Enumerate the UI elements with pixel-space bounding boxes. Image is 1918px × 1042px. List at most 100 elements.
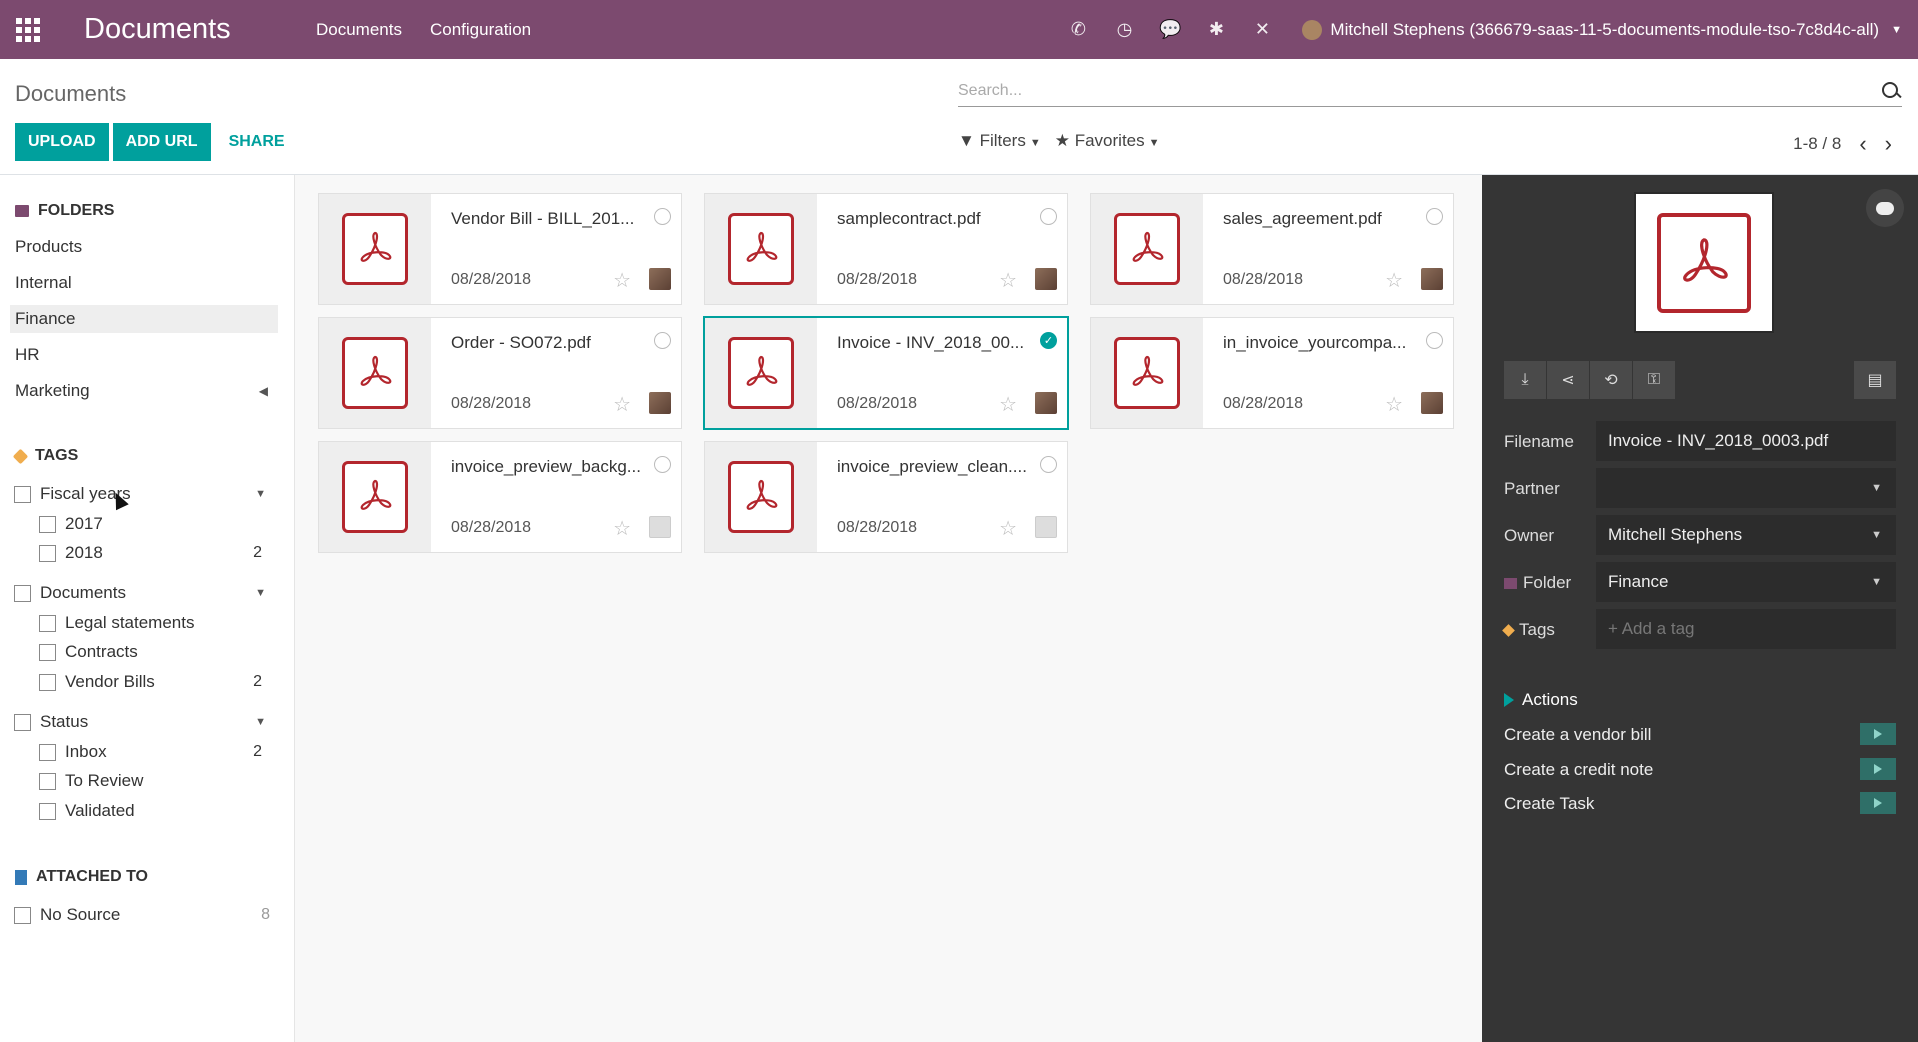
- checkbox[interactable]: [39, 544, 56, 562]
- checkbox[interactable]: [39, 802, 56, 820]
- document-preview[interactable]: [1634, 192, 1774, 333]
- filename-field[interactable]: Invoice - INV_2018_0003.pdf: [1596, 421, 1896, 461]
- favorites-dropdown[interactable]: ★ Favorites ▼: [1055, 131, 1160, 151]
- checkbox[interactable]: [39, 772, 56, 790]
- document-thumbnail[interactable]: [1091, 194, 1203, 304]
- partner-field[interactable]: ▼: [1596, 468, 1896, 508]
- folder-item-marketing[interactable]: Marketing ◀: [10, 377, 278, 405]
- menu-configuration[interactable]: Configuration: [430, 20, 531, 40]
- document-card[interactable]: Vendor Bill - BILL_201... 08/28/2018 ☆: [318, 193, 682, 305]
- star-icon[interactable]: ☆: [999, 516, 1017, 541]
- checkbox[interactable]: [39, 743, 56, 761]
- checkbox[interactable]: [14, 906, 31, 924]
- user-menu[interactable]: Mitchell Stephens (366679-saas-11-5-docu…: [1302, 19, 1902, 40]
- select-circle[interactable]: [654, 208, 671, 225]
- upload-button[interactable]: UPLOAD: [15, 123, 109, 161]
- document-card[interactable]: invoice_preview_clean.... 08/28/2018 ☆: [704, 441, 1068, 553]
- actions-header[interactable]: Actions: [1504, 690, 1578, 710]
- star-icon[interactable]: ☆: [1385, 268, 1403, 293]
- chevron-down-icon[interactable]: ▼: [255, 716, 266, 728]
- owner-field[interactable]: Mitchell Stephens ▼: [1596, 515, 1896, 555]
- tag-item-2018[interactable]: 2018 2: [39, 543, 284, 563]
- checkbox[interactable]: [39, 515, 56, 533]
- pager-value[interactable]: 1-8 / 8: [1793, 134, 1841, 154]
- tag-group-status[interactable]: Status ▼: [14, 712, 284, 732]
- folder-item-hr[interactable]: HR: [10, 341, 278, 369]
- checkbox[interactable]: [14, 713, 31, 731]
- folder-field[interactable]: Finance ▼: [1596, 562, 1896, 602]
- lock-icon[interactable]: ⚿: [1633, 361, 1675, 399]
- apps-menu-button[interactable]: [0, 0, 56, 59]
- archive-icon[interactable]: ▤: [1854, 361, 1896, 399]
- document-card[interactable]: sales_agreement.pdf 08/28/2018 ☆: [1090, 193, 1454, 305]
- download-icon[interactable]: ⤓: [1504, 361, 1546, 399]
- star-icon[interactable]: ☆: [1385, 392, 1403, 417]
- attached-no-source[interactable]: No Source 8: [14, 905, 284, 925]
- select-circle[interactable]: [1426, 332, 1443, 349]
- checkbox[interactable]: [39, 673, 56, 691]
- tools-icon[interactable]: ✕: [1250, 19, 1274, 40]
- play-icon[interactable]: [1860, 723, 1896, 745]
- play-icon[interactable]: [1860, 792, 1896, 814]
- folder-item-products[interactable]: Products: [10, 233, 278, 261]
- folder-item-finance[interactable]: Finance: [10, 305, 278, 333]
- document-thumbnail[interactable]: [319, 318, 431, 428]
- document-thumbnail[interactable]: [705, 442, 817, 552]
- tag-group-documents[interactable]: Documents ▼: [14, 583, 284, 603]
- document-card[interactable]: in_invoice_yourcompa... 08/28/2018 ☆: [1090, 317, 1454, 429]
- tag-group-fiscal-years[interactable]: Fiscal years ▼: [14, 484, 284, 504]
- document-thumbnail[interactable]: [1091, 318, 1203, 428]
- clock-icon[interactable]: ◷: [1112, 19, 1136, 40]
- document-thumbnail[interactable]: [319, 194, 431, 304]
- document-thumbnail[interactable]: [705, 318, 817, 428]
- share-button[interactable]: SHARE: [215, 123, 299, 161]
- checkbox[interactable]: [14, 584, 31, 602]
- tag-item-to-review[interactable]: To Review: [39, 771, 284, 791]
- check-icon[interactable]: ✓: [1040, 332, 1057, 349]
- document-card[interactable]: invoice_preview_backg... 08/28/2018 ☆: [318, 441, 682, 553]
- replace-icon[interactable]: ⟲: [1590, 361, 1632, 399]
- select-circle[interactable]: [1040, 208, 1057, 225]
- star-icon[interactable]: ☆: [613, 268, 631, 293]
- checkbox[interactable]: [39, 643, 56, 661]
- star-icon[interactable]: ☆: [613, 392, 631, 417]
- chevron-down-icon[interactable]: ▼: [255, 488, 266, 500]
- star-icon[interactable]: ☆: [999, 392, 1017, 417]
- chevron-right-icon[interactable]: ›: [1885, 131, 1892, 157]
- select-circle[interactable]: [654, 456, 671, 473]
- search-icon[interactable]: [1880, 80, 1902, 102]
- chatter-button[interactable]: [1866, 189, 1904, 227]
- document-card[interactable]: Order - SO072.pdf 08/28/2018 ☆: [318, 317, 682, 429]
- tag-item-legal-statements[interactable]: Legal statements: [39, 613, 284, 633]
- checkbox[interactable]: [39, 614, 56, 632]
- star-icon[interactable]: ☆: [613, 516, 631, 541]
- chevron-left-icon[interactable]: ‹: [1859, 131, 1866, 157]
- tag-item-vendor-bills[interactable]: Vendor Bills 2: [39, 672, 284, 692]
- tag-item-2017[interactable]: 2017: [39, 514, 284, 534]
- play-icon[interactable]: [1860, 758, 1896, 780]
- tag-item-inbox[interactable]: Inbox 2: [39, 742, 284, 762]
- document-thumbnail[interactable]: [319, 442, 431, 552]
- tag-item-contracts[interactable]: Contracts: [39, 642, 284, 662]
- filters-dropdown[interactable]: ▼ Filters ▼: [958, 131, 1041, 151]
- chat-icon[interactable]: 💬: [1158, 19, 1182, 40]
- tags-input[interactable]: + Add a tag: [1596, 609, 1896, 649]
- document-card[interactable]: samplecontract.pdf 08/28/2018 ☆: [704, 193, 1068, 305]
- folder-item-internal[interactable]: Internal: [10, 269, 278, 297]
- phone-icon[interactable]: ✆: [1066, 19, 1090, 40]
- select-circle[interactable]: [1040, 456, 1057, 473]
- share-icon[interactable]: ⋖: [1547, 361, 1589, 399]
- checkbox[interactable]: [14, 485, 31, 503]
- search-input[interactable]: [958, 81, 1880, 100]
- select-circle[interactable]: [654, 332, 671, 349]
- add-url-button[interactable]: ADD URL: [112, 123, 211, 161]
- chevron-left-icon[interactable]: ◀: [259, 384, 268, 398]
- document-thumbnail[interactable]: [705, 194, 817, 304]
- star-icon[interactable]: ☆: [999, 268, 1017, 293]
- menu-documents[interactable]: Documents: [316, 20, 402, 40]
- select-circle[interactable]: [1426, 208, 1443, 225]
- bug-icon[interactable]: ✱: [1204, 19, 1228, 40]
- document-card-selected[interactable]: Invoice - INV_2018_00... 08/28/2018 ✓ ☆: [703, 316, 1069, 430]
- tag-item-validated[interactable]: Validated: [39, 801, 284, 821]
- chevron-down-icon[interactable]: ▼: [255, 587, 266, 599]
